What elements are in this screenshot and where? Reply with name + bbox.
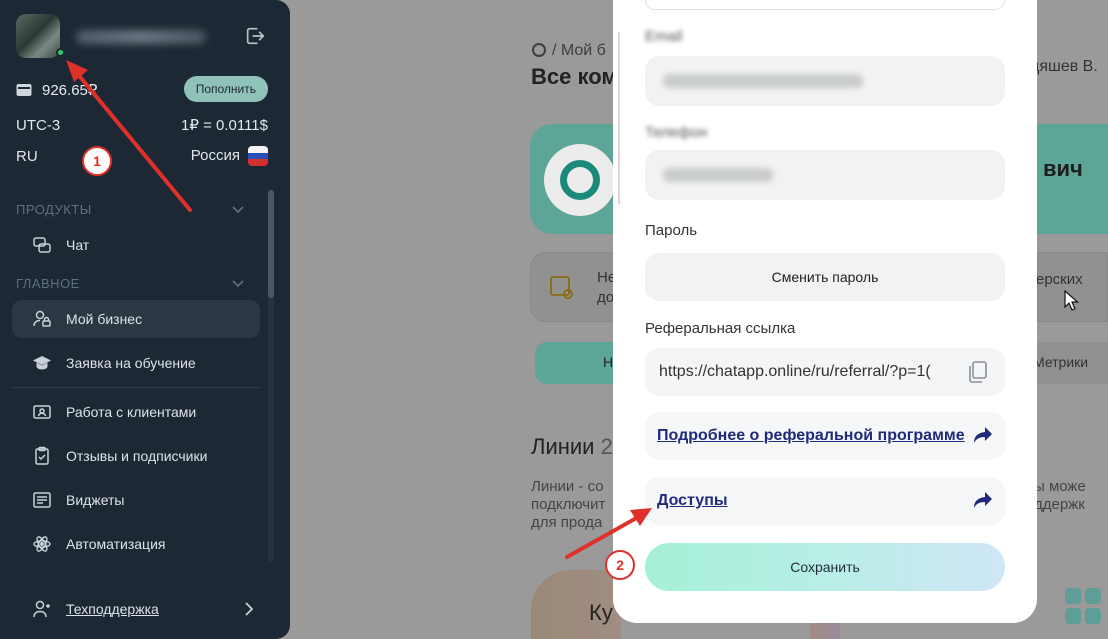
annotation-badge-1: 1 [82,146,112,176]
arrow-1 [66,60,192,212]
annotation-badge-2: 2 [605,550,635,580]
arrow-2 [565,508,652,559]
annotation-arrows [66,60,652,559]
